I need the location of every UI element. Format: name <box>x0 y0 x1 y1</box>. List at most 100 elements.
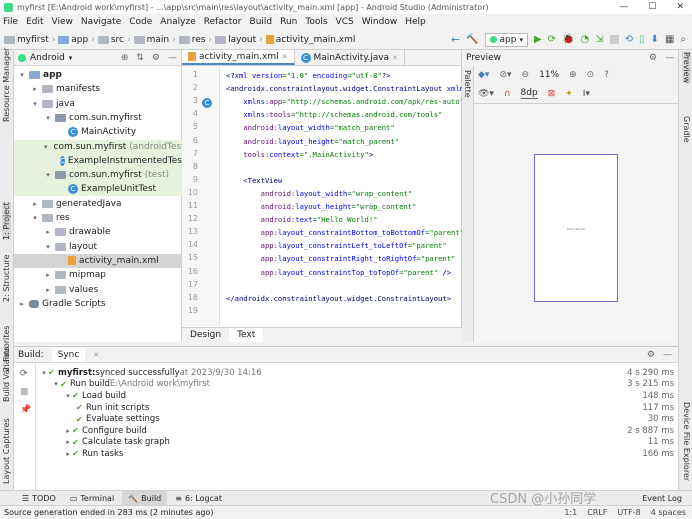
tab-main-activity-java[interactable]: C MainActivity.java ✕ <box>295 50 405 65</box>
expand-arrow-icon[interactable]: ▸ <box>18 300 26 308</box>
tree-item[interactable]: ▸ generatedJava <box>14 197 182 211</box>
help-icon[interactable]: ? <box>604 70 609 80</box>
tool-preview[interactable]: Preview <box>682 52 691 84</box>
infer-constraints-icon[interactable]: ✦ <box>565 89 573 99</box>
expand-arrow-icon[interactable]: ▸ <box>64 450 72 458</box>
tree-item[interactable]: ▾ com.sun.myfirst <box>14 111 182 125</box>
menu-window[interactable]: Window <box>362 17 398 27</box>
device-frame[interactable]: Hello World! <box>534 154 618 302</box>
tree-item[interactable]: activity_main.xml <box>14 253 182 268</box>
expand-arrow-icon[interactable]: ▾ <box>31 100 39 108</box>
project-view-select[interactable]: Android <box>30 53 65 63</box>
tree-item[interactable]: C ExampleUnitTest <box>14 182 182 197</box>
expand-arrow-icon[interactable]: ▾ <box>31 214 39 222</box>
locate-icon[interactable]: ⊕ <box>121 53 129 63</box>
expand-arrow-icon[interactable]: ▾ <box>40 369 48 377</box>
tab-design[interactable]: Design <box>182 328 229 342</box>
guidelines-icon[interactable]: I▾ <box>583 89 590 99</box>
gradle-sync-icon[interactable]: ⟲ <box>625 34 633 45</box>
tree-item[interactable]: ▾ com.sun.myfirst (androidTest) <box>14 139 188 154</box>
menu-build[interactable]: Build <box>250 17 273 27</box>
palette-strip[interactable]: Palette <box>462 66 474 342</box>
breadcrumb-item[interactable]: activity_main.xml <box>265 35 355 45</box>
menu-help[interactable]: Help <box>405 17 426 27</box>
hide-icon[interactable]: — <box>665 53 674 63</box>
toolwindow-terminal[interactable]: ▭ Terminal <box>64 491 120 505</box>
build-row[interactable]: ▸ ✔ Configure build 2 s 887 ms <box>36 425 678 437</box>
margin-select[interactable]: 8dp <box>520 88 538 99</box>
menu-view[interactable]: View <box>52 17 73 27</box>
code-area[interactable]: <?xml version="1.0" encoding="utf-8"?> <a… <box>222 66 462 326</box>
toolwindow-logcat[interactable]: ≡ 6: Logcat <box>169 491 228 505</box>
refresh-icon[interactable]: ⟳ <box>20 369 28 379</box>
menu-edit[interactable]: Edit <box>26 17 43 27</box>
tree-item[interactable]: ▾ layout <box>14 240 182 254</box>
magnet-icon[interactable]: ∩ <box>504 89 511 99</box>
build-row[interactable]: ✔ Run init scripts 117 ms <box>36 402 678 414</box>
run-config-select[interactable]: app ▾ <box>484 32 528 47</box>
tool-device-file-explorer[interactable]: Device File Explorer <box>682 402 691 481</box>
build-row[interactable]: ▸ ✔ Calculate task graph 11 ms <box>36 437 678 449</box>
close-icon[interactable]: ✕ <box>93 351 99 359</box>
collapse-icon[interactable]: ⇅ <box>136 53 144 63</box>
activity-gutter-icon[interactable]: C <box>202 98 212 108</box>
tab-activity-main-xml[interactable]: activity_main.xml ✕ <box>182 50 295 65</box>
menu-refactor[interactable]: Refactor <box>204 17 242 27</box>
gear-icon[interactable]: ⚙ <box>647 350 655 360</box>
stop-icon[interactable] <box>609 35 619 44</box>
line-separator[interactable]: CRLF <box>587 508 607 517</box>
file-encoding[interactable]: UTF-8 <box>617 508 640 517</box>
minimize-button[interactable]: — <box>619 2 628 12</box>
tree-item[interactable]: C ExampleInstrumentedTest <box>14 153 185 168</box>
hide-icon[interactable]: — <box>663 350 672 360</box>
build-row[interactable]: ▾ ✔ Load build 148 ms <box>36 390 678 402</box>
close-icon[interactable]: ✕ <box>282 53 288 61</box>
avd-manager-icon[interactable]: ▯ <box>639 34 645 45</box>
tool-structure[interactable]: 2: Structure <box>2 254 11 302</box>
tree-item[interactable]: ▸ drawable <box>14 225 182 239</box>
breadcrumb-item[interactable]: main <box>133 35 169 45</box>
profile-icon[interactable]: ◔ <box>581 34 590 45</box>
tool-build-variants[interactable]: Build Variants <box>2 347 11 402</box>
debug-icon[interactable]: 🐞 <box>562 34 574 45</box>
tool-gradle[interactable]: Gradle <box>682 116 691 143</box>
expand-arrow-icon[interactable]: ▸ <box>44 286 52 294</box>
build-row[interactable]: ▾ ✔ Run build E:\Android work\myfirst 3 s 2… <box>36 379 678 391</box>
close-icon[interactable]: ✕ <box>392 54 398 62</box>
tree-item[interactable]: ▸ manifests <box>14 82 182 96</box>
layers-icon[interactable]: ◆▾ <box>478 70 489 80</box>
build-row[interactable]: ▸ ✔ Run tasks 166 ms <box>36 448 678 460</box>
breadcrumb-item[interactable]: res <box>178 35 205 45</box>
expand-arrow-icon[interactable]: ▸ <box>31 85 39 93</box>
layout-inspector-icon[interactable]: ▦ <box>665 34 674 45</box>
breadcrumb-item[interactable]: myfirst <box>4 35 49 45</box>
pin-icon[interactable]: 📌 <box>20 405 31 415</box>
expand-arrow-icon[interactable]: ▾ <box>64 392 72 400</box>
tree-item[interactable]: ▸ values <box>14 283 182 297</box>
expand-arrow-icon[interactable]: ▾ <box>44 171 52 179</box>
sdk-manager-icon[interactable]: ⬇ <box>651 34 659 45</box>
breadcrumb-item[interactable]: app <box>58 35 88 45</box>
tree-item[interactable]: ▸ mipmap <box>14 268 182 282</box>
zoom-out-icon[interactable]: ⊖ <box>522 70 530 80</box>
tool-resource-manager[interactable]: Resource Manager <box>2 48 11 122</box>
caret-position[interactable]: 1:1 <box>564 508 577 517</box>
menu-code[interactable]: Code <box>129 17 152 27</box>
make-project-icon[interactable]: 🔨 <box>466 34 478 45</box>
zoom-fit-icon[interactable]: ⊙ <box>587 70 595 80</box>
close-button[interactable]: ✕ <box>676 2 684 12</box>
toolwindow-todo[interactable]: ☰ TODO <box>16 491 62 505</box>
gear-icon[interactable]: ⚙ <box>152 53 160 63</box>
gear-icon[interactable]: ⚙ <box>649 53 657 63</box>
apply-changes-icon[interactable]: ⟳ <box>548 34 556 45</box>
build-row[interactable]: ✔ Evaluate settings 30 ms <box>36 413 678 425</box>
tree-item[interactable]: ▾ com.sun.myfirst (test) <box>14 168 182 183</box>
tab-text[interactable]: Text <box>229 328 264 342</box>
toolwindow-build[interactable]: 🔨 Build <box>122 491 168 505</box>
expand-arrow-icon[interactable]: ▸ <box>44 228 52 236</box>
clear-constraints-icon[interactable]: ⊠ <box>548 89 556 99</box>
expand-arrow-icon[interactable]: ▸ <box>64 427 72 435</box>
toolwindow-event-log[interactable]: Event Log <box>636 491 688 505</box>
breadcrumb-item[interactable]: layout <box>215 35 256 45</box>
zoom-in-icon[interactable]: ⊕ <box>569 70 577 80</box>
